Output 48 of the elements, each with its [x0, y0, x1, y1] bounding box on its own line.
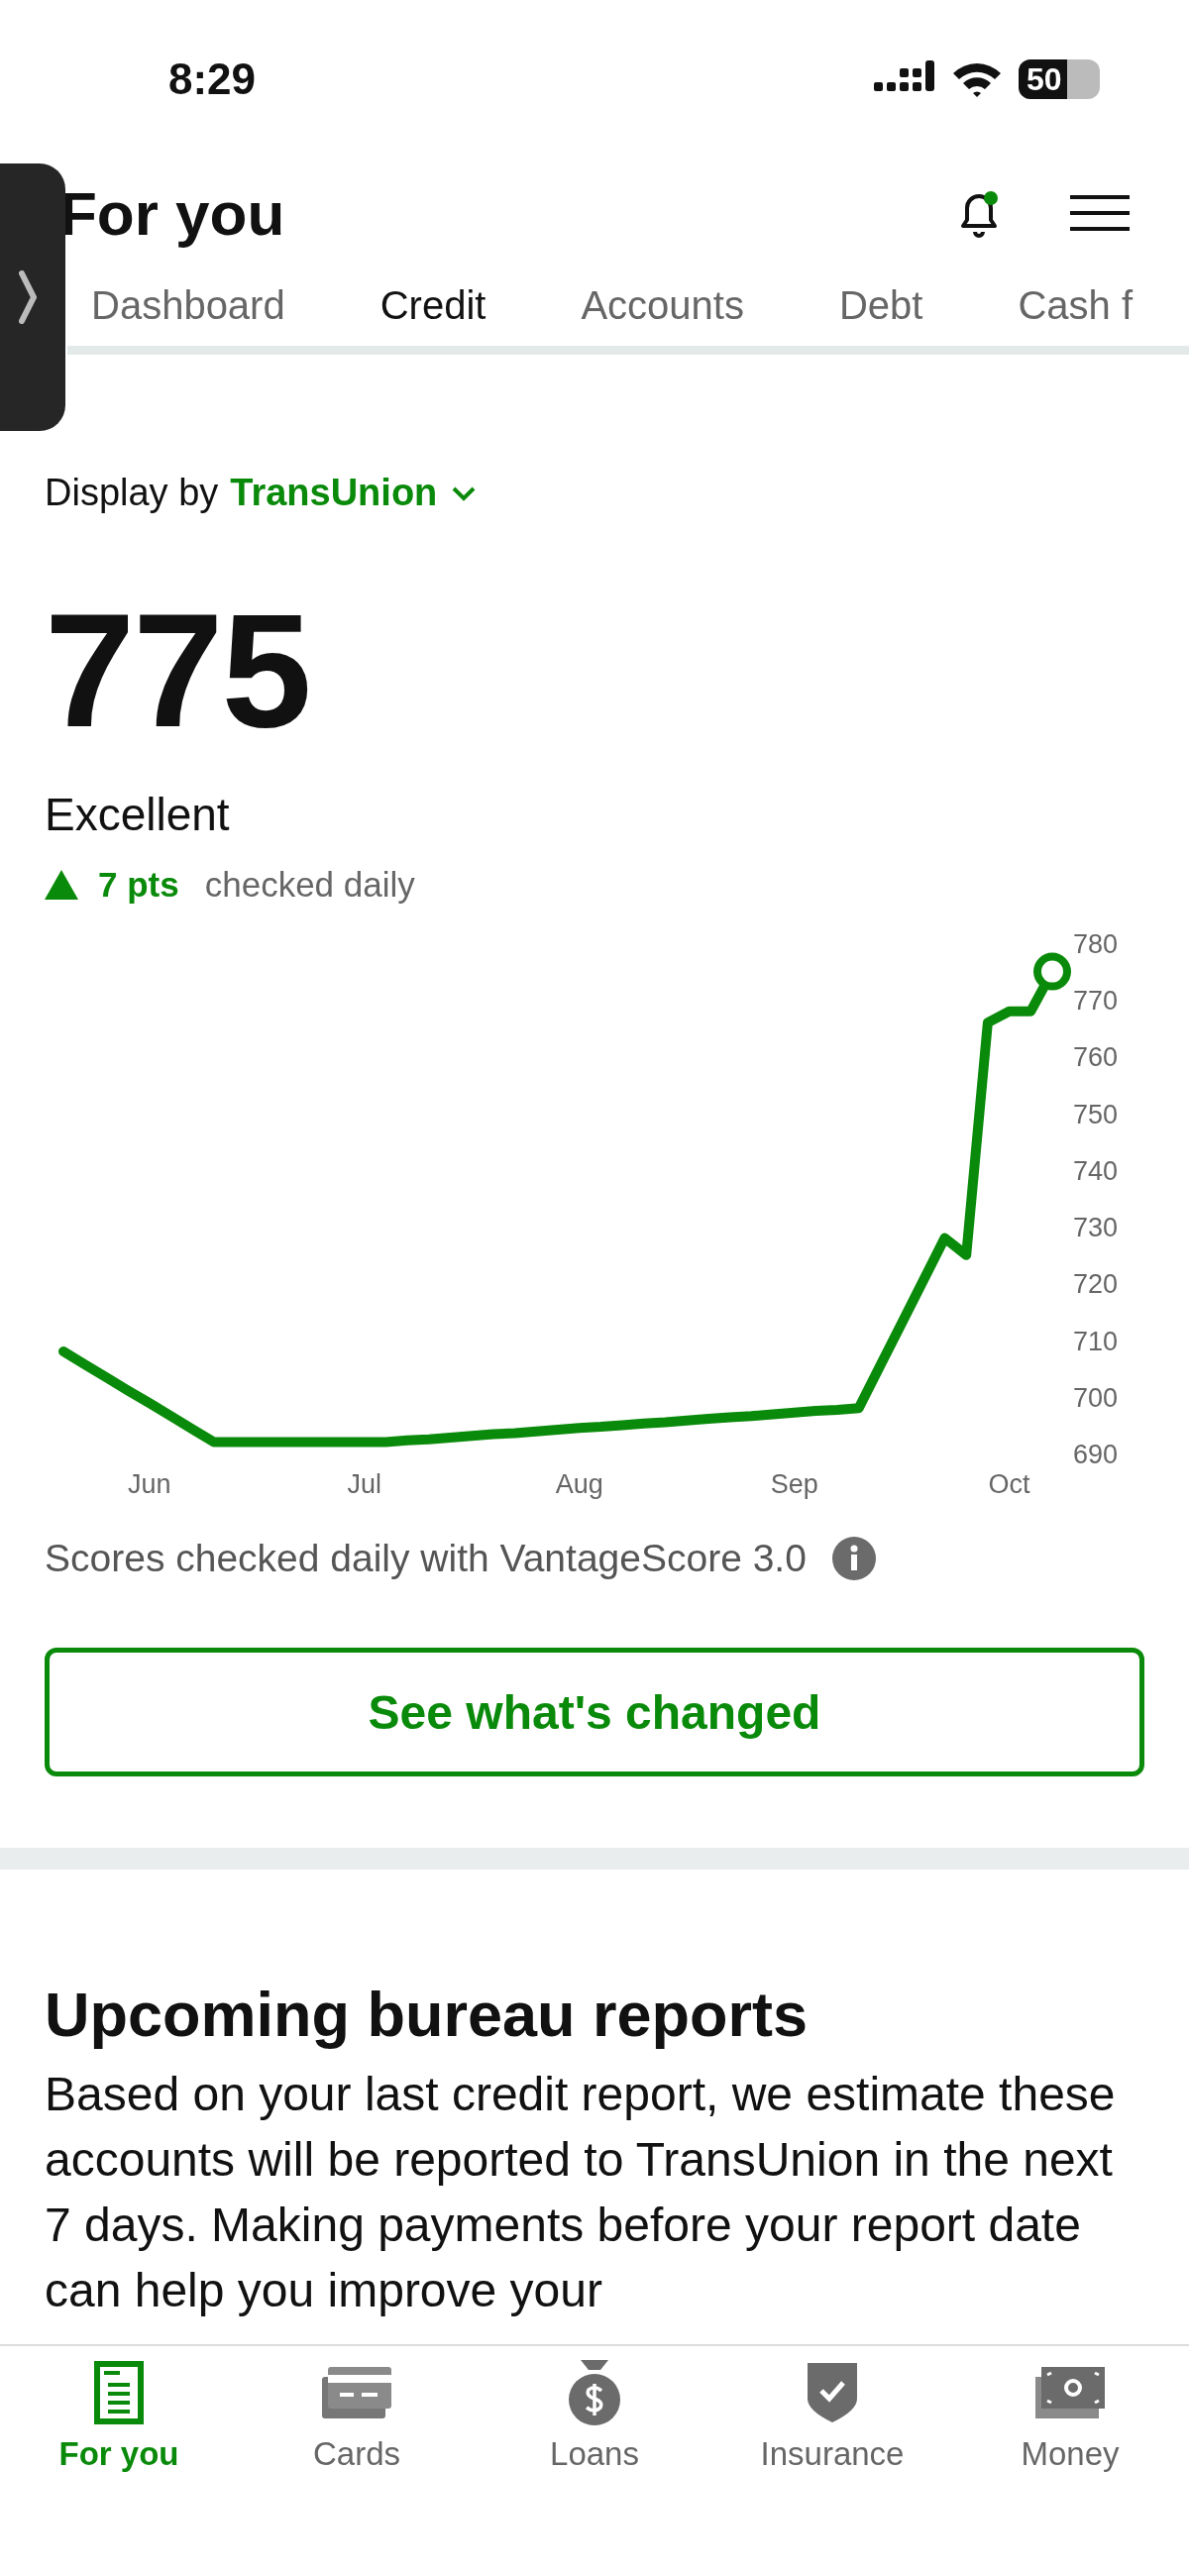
check-frequency: checked daily	[204, 865, 415, 905]
shield-check-icon	[808, 2360, 857, 2425]
tab[interactable]: Cash f	[970, 269, 1181, 346]
chevron-down-icon	[451, 484, 478, 501]
battery-icon: 50	[1019, 59, 1100, 99]
document-icon	[94, 2360, 144, 2425]
see-changes-button[interactable]: See what's changed	[45, 1648, 1144, 1776]
bureau-dropdown[interactable]: TransUnion	[230, 472, 478, 514]
info-icon[interactable]	[831, 1537, 876, 1580]
nav-item[interactable]: Insurance	[713, 2346, 951, 2495]
status-time: 8:29	[168, 54, 257, 104]
axis-tick-label: Aug	[555, 1469, 603, 1499]
axis-tick-label: Sep	[770, 1469, 818, 1499]
axis-tick-label: 700	[1073, 1382, 1119, 1413]
tab[interactable]: Debt	[791, 269, 971, 346]
wifi-icon	[951, 60, 1003, 98]
section-description: Based on your last credit report, we estimate these accounts will be reported to TransUnion in the next 7 days. Making payments before your report date can help you improve your	[45, 2067, 1117, 2318]
axis-tick-label: 770	[1073, 986, 1119, 1017]
axis-tick-label: Jul	[347, 1469, 381, 1499]
menu-icon[interactable]	[1068, 193, 1132, 233]
axis-tick-label: 690	[1073, 1440, 1119, 1469]
side-panel-handle[interactable]	[0, 163, 65, 431]
score-footnote: Scores checked daily with VantageScore 3.0	[45, 1537, 807, 1580]
axis-tick-label: 710	[1073, 1326, 1119, 1356]
axis-tick-label: 780	[1073, 929, 1119, 959]
credit-score: 775	[45, 590, 311, 752]
score-change: 7 pts	[98, 865, 179, 905]
axis-tick-label: 740	[1073, 1155, 1119, 1186]
nav-item[interactable]: For you	[0, 2346, 238, 2495]
tab[interactable]: Credit	[332, 269, 534, 346]
nav-item[interactable]: Loans	[476, 2346, 713, 2495]
tab[interactable]: Dashboard	[67, 269, 333, 346]
axis-tick-label: Oct	[988, 1469, 1030, 1499]
money-bag-icon	[567, 2360, 622, 2425]
axis-tick-label: 760	[1073, 1042, 1119, 1073]
section-heading: Upcoming bureau reports	[45, 1979, 810, 2050]
nav-item[interactable]: Cards	[238, 2346, 476, 2495]
latest-score-marker	[1033, 952, 1071, 991]
axis-tick-label: 730	[1073, 1213, 1119, 1243]
axis-tick-label: Jun	[128, 1469, 171, 1499]
triangle-up-icon	[45, 870, 78, 900]
tab[interactable]: Accounts	[533, 269, 792, 346]
score-rating: Excellent	[45, 788, 231, 841]
chevron-right-icon	[19, 270, 37, 324]
axis-tick-label: 720	[1073, 1269, 1119, 1300]
axis-tick-label: 750	[1073, 1099, 1119, 1129]
nav-item[interactable]: Money	[951, 2346, 1189, 2495]
display-by-label: Display by	[45, 472, 219, 514]
